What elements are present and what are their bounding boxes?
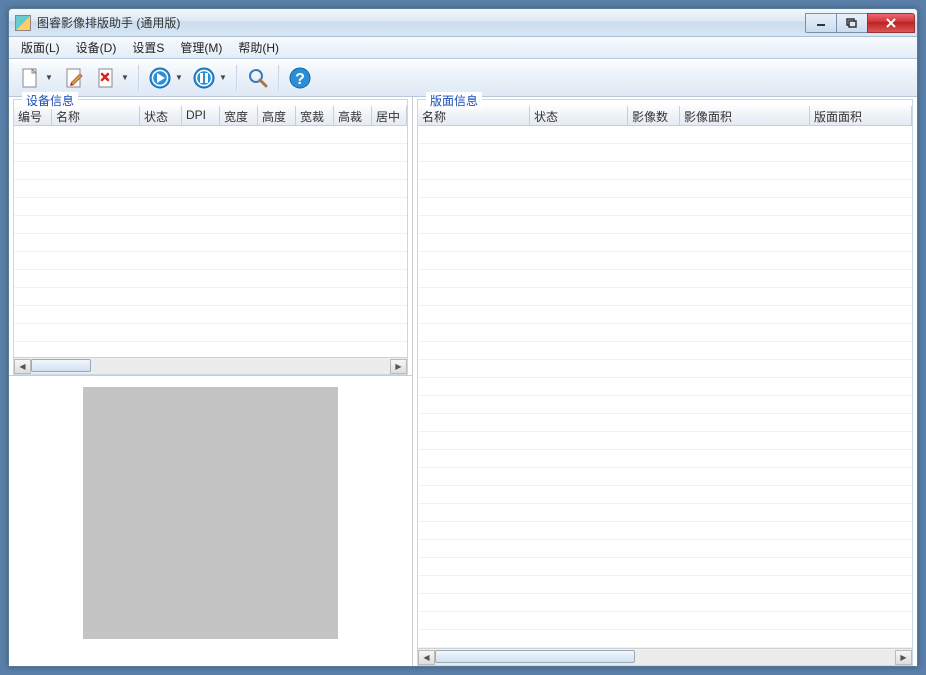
search-button[interactable] [243,63,273,93]
minimize-button[interactable] [805,13,837,33]
edit-file-icon [62,66,86,90]
col-cropw[interactable]: 宽裁 [296,106,334,125]
menu-settings[interactable]: 设置S [124,37,172,58]
preview-pane [9,375,412,650]
layout-info-group: 版面信息 名称 状态 影像数 影像面积 版面面积 [417,99,913,666]
delete-button[interactable]: ▼ [91,63,133,93]
help-icon: ? [288,66,312,90]
col-width[interactable]: 宽度 [220,106,258,125]
col-croph[interactable]: 高裁 [334,106,372,125]
col-center[interactable]: 居中 [372,106,407,125]
separator [236,65,238,91]
col-dpi[interactable]: DPI [182,106,220,125]
col-height[interactable]: 高度 [258,106,296,125]
play-button[interactable]: ▼ [145,63,187,93]
device-info-group: 设备信息 编号 名称 状态 DPI 宽度 高度 宽裁 高裁 居中 [13,99,408,375]
device-grid-header: 编号 名称 状态 DPI 宽度 高度 宽裁 高裁 居中 [14,106,407,126]
content: 设备信息 编号 名称 状态 DPI 宽度 高度 宽裁 高裁 居中 [9,97,917,666]
col-pagearea[interactable]: 版面面积 [810,106,912,125]
menu-help[interactable]: 帮助(H) [230,37,287,58]
right-pane: 版面信息 名称 状态 影像数 影像面积 版面面积 [413,97,917,666]
minimize-icon [816,19,826,27]
menubar: 版面(L) 设备(D) 设置S 管理(M) 帮助(H) [9,37,917,59]
col-state[interactable]: 状态 [530,106,628,125]
scroll-thumb[interactable] [435,650,635,663]
device-grid-body[interactable] [14,126,407,357]
pause-button[interactable]: ▼ [189,63,231,93]
play-icon [148,66,172,90]
window-title: 图睿影像排版助手 (通用版) [37,14,806,31]
help-button[interactable]: ? [285,63,315,93]
app-icon [15,15,31,31]
layout-grid-header: 名称 状态 影像数 影像面积 版面面积 [418,106,912,126]
titlebar: 图睿影像排版助手 (通用版) [9,9,917,37]
device-info-legend: 设备信息 [22,92,78,109]
scroll-track[interactable] [435,650,895,665]
preview-placeholder [83,387,338,639]
scroll-left-arrow-icon[interactable]: ◀ [14,359,31,374]
svg-text:?: ? [295,71,305,88]
close-button[interactable] [867,13,915,33]
menu-layout[interactable]: 版面(L) [13,37,68,58]
device-grid-hscroll[interactable]: ◀ ▶ [14,357,407,374]
separator [278,65,280,91]
layout-grid-hscroll[interactable]: ◀ ▶ [418,648,912,665]
close-icon [885,18,897,28]
separator [138,65,140,91]
dropdown-arrow-icon: ▼ [174,73,184,82]
left-pane: 设备信息 编号 名称 状态 DPI 宽度 高度 宽裁 高裁 居中 [9,97,413,666]
scroll-thumb[interactable] [31,359,91,372]
scroll-right-arrow-icon[interactable]: ▶ [895,650,912,665]
search-icon [246,66,270,90]
window-controls [806,13,915,33]
col-state[interactable]: 状态 [140,106,182,125]
new-file-icon [18,66,42,90]
col-imgarea[interactable]: 影像面积 [680,106,810,125]
scroll-left-arrow-icon[interactable]: ◀ [418,650,435,665]
delete-file-icon [94,66,118,90]
maximize-icon [846,18,858,28]
maximize-button[interactable] [836,13,868,33]
layout-info-legend: 版面信息 [426,92,482,109]
pause-icon [192,66,216,90]
dropdown-arrow-icon: ▼ [218,73,228,82]
dropdown-arrow-icon: ▼ [120,73,130,82]
app-window: 图睿影像排版助手 (通用版) 版面(L) 设备(D) 设置S 管理(M) 帮助(… [8,8,918,667]
layout-grid-body[interactable] [418,126,912,648]
edit-button[interactable] [59,63,89,93]
new-button[interactable]: ▼ [15,63,57,93]
col-imgcount[interactable]: 影像数 [628,106,680,125]
scroll-right-arrow-icon[interactable]: ▶ [390,359,407,374]
dropdown-arrow-icon: ▼ [44,73,54,82]
menu-device[interactable]: 设备(D) [68,37,125,58]
menu-manage[interactable]: 管理(M) [172,37,230,58]
scroll-track[interactable] [31,359,390,374]
